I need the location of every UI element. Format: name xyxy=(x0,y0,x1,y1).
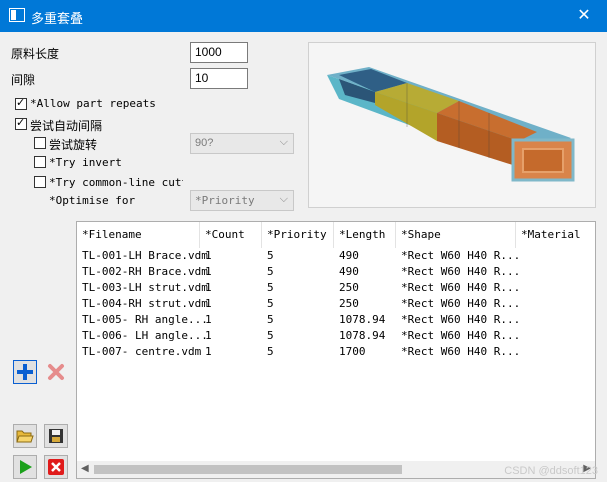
shape-cell: *Rect W60 H40 R... xyxy=(401,297,521,310)
length-cell: 1700 xyxy=(339,345,366,358)
stock-length-label: 原料长度 xyxy=(11,47,60,61)
window-title: 多重套叠 xyxy=(31,11,84,26)
delete-x-icon xyxy=(48,364,64,380)
auto-gap-checkbox[interactable] xyxy=(15,116,27,130)
parts-table: *Filename *Count *Priority *Length *Shap… xyxy=(76,221,596,479)
count-cell: 1 xyxy=(205,345,212,358)
common-line-checkbox[interactable] xyxy=(34,176,46,188)
table-row[interactable]: TL-007- centre.vdm 1 5 1700 *Rect W60 H4… xyxy=(77,344,595,360)
tube-preview-image xyxy=(327,67,575,182)
length-cell: 250 xyxy=(339,281,359,294)
chevron-down-icon: ⌵ xyxy=(279,193,288,205)
scroll-left-arrow-icon[interactable]: ◀ xyxy=(81,463,89,474)
priority-cell: 5 xyxy=(267,265,274,278)
count-cell: 1 xyxy=(205,249,212,262)
auto-gap-label: 尝试自动间隔 xyxy=(30,119,103,133)
allow-repeats-label: *Allow part repeats xyxy=(30,97,156,110)
table-row[interactable]: TL-006- LH angle... 1 5 1078.94 *Rect W6… xyxy=(77,328,595,344)
optimise-label: *Optimise for xyxy=(49,194,136,207)
scrollbar-thumb[interactable] xyxy=(94,465,402,474)
open-file-button[interactable] xyxy=(13,424,37,448)
save-button[interactable] xyxy=(44,424,68,448)
rotate-angle-select: 90? ⌵ xyxy=(190,133,294,154)
length-cell: 1078.94 xyxy=(339,329,386,342)
shape-cell: *Rect W60 H40 R... xyxy=(401,249,521,262)
play-icon xyxy=(20,460,32,474)
close-button[interactable]: ✕ xyxy=(561,0,607,32)
run-button[interactable] xyxy=(13,455,37,479)
chevron-down-icon: ⌵ xyxy=(279,136,288,148)
priority-cell: 5 xyxy=(267,249,274,262)
gap-label: 间隙 xyxy=(11,73,36,87)
table-row[interactable]: TL-002-RH Brace.vdm 1 5 490 *Rect W60 H4… xyxy=(77,264,595,280)
priority-cell: 5 xyxy=(267,329,274,342)
table-row[interactable]: TL-003-LH strut.vdm 1 5 250 *Rect W60 H4… xyxy=(77,280,595,296)
filename-cell: TL-002-RH Brace.vdm xyxy=(82,265,208,278)
priority-cell: 5 xyxy=(267,281,274,294)
length-cell: 490 xyxy=(339,249,359,262)
column-header-priority[interactable]: *Priority xyxy=(262,222,334,248)
length-cell: 490 xyxy=(339,265,359,278)
part-preview xyxy=(308,42,596,208)
column-header-count[interactable]: *Count xyxy=(200,222,262,248)
count-cell: 1 xyxy=(205,313,212,326)
shape-cell: *Rect W60 H40 R... xyxy=(401,313,521,326)
folder-open-icon xyxy=(16,430,34,443)
optimise-value: *Priority xyxy=(195,194,255,207)
column-header-length[interactable]: *Length xyxy=(334,222,396,248)
priority-cell: 5 xyxy=(267,313,274,326)
filename-cell: TL-006- LH angle... xyxy=(82,329,208,342)
count-cell: 1 xyxy=(205,281,212,294)
length-cell: 250 xyxy=(339,297,359,310)
remove-part-button[interactable] xyxy=(44,360,68,384)
count-cell: 1 xyxy=(205,297,212,310)
filename-cell: TL-003-LH strut.vdm xyxy=(82,281,208,294)
title-bar: 多重套叠 ✕ xyxy=(0,0,607,32)
filename-cell: TL-007- centre.vdm xyxy=(82,345,202,358)
count-cell: 1 xyxy=(205,265,212,278)
priority-cell: 5 xyxy=(267,297,274,310)
length-cell: 1078.94 xyxy=(339,313,386,326)
table-row[interactable]: TL-004-RH strut.vdm 1 5 250 *Rect W60 H4… xyxy=(77,296,595,312)
optimise-select: *Priority ⌵ xyxy=(190,190,294,211)
cancel-x-icon xyxy=(48,459,64,475)
add-part-button[interactable] xyxy=(13,360,37,384)
shape-cell: *Rect W60 H40 R... xyxy=(401,281,521,294)
table-row[interactable]: TL-001-LH Brace.vdm 1 5 490 *Rect W60 H4… xyxy=(77,248,595,264)
cancel-button[interactable] xyxy=(44,455,68,479)
try-rotate-label: 尝试旋转 xyxy=(49,138,98,152)
plus-icon xyxy=(17,364,33,380)
filename-cell: TL-005- RH angle... xyxy=(82,313,208,326)
column-header-shape[interactable]: *Shape xyxy=(396,222,516,248)
filename-cell: TL-004-RH strut.vdm xyxy=(82,297,208,310)
shape-cell: *Rect W60 H40 R... xyxy=(401,345,521,358)
stock-length-input[interactable]: 1000 xyxy=(190,42,248,63)
common-line-label: *Try common-line cuttin xyxy=(49,176,183,189)
priority-cell: 5 xyxy=(267,345,274,358)
app-window-icon xyxy=(9,8,25,22)
try-invert-label: *Try invert xyxy=(49,156,122,169)
shape-cell: *Rect W60 H40 R... xyxy=(401,329,521,342)
try-rotate-checkbox[interactable] xyxy=(34,137,46,149)
shape-cell: *Rect W60 H40 R... xyxy=(401,265,521,278)
count-cell: 1 xyxy=(205,329,212,342)
column-header-material[interactable]: *Material xyxy=(516,222,595,248)
watermark: CSDN @ddsoft123 xyxy=(504,465,598,477)
filename-cell: TL-001-LH Brace.vdm xyxy=(82,249,208,262)
column-header-filename[interactable]: *Filename xyxy=(77,222,200,248)
gap-input[interactable]: 10 xyxy=(190,68,248,89)
allow-repeats-checkbox[interactable] xyxy=(15,96,27,110)
floppy-disk-icon xyxy=(49,429,63,443)
rotate-angle-value: 90? xyxy=(195,137,214,149)
try-invert-checkbox[interactable] xyxy=(34,156,46,168)
table-row[interactable]: TL-005- RH angle... 1 5 1078.94 *Rect W6… xyxy=(77,312,595,328)
